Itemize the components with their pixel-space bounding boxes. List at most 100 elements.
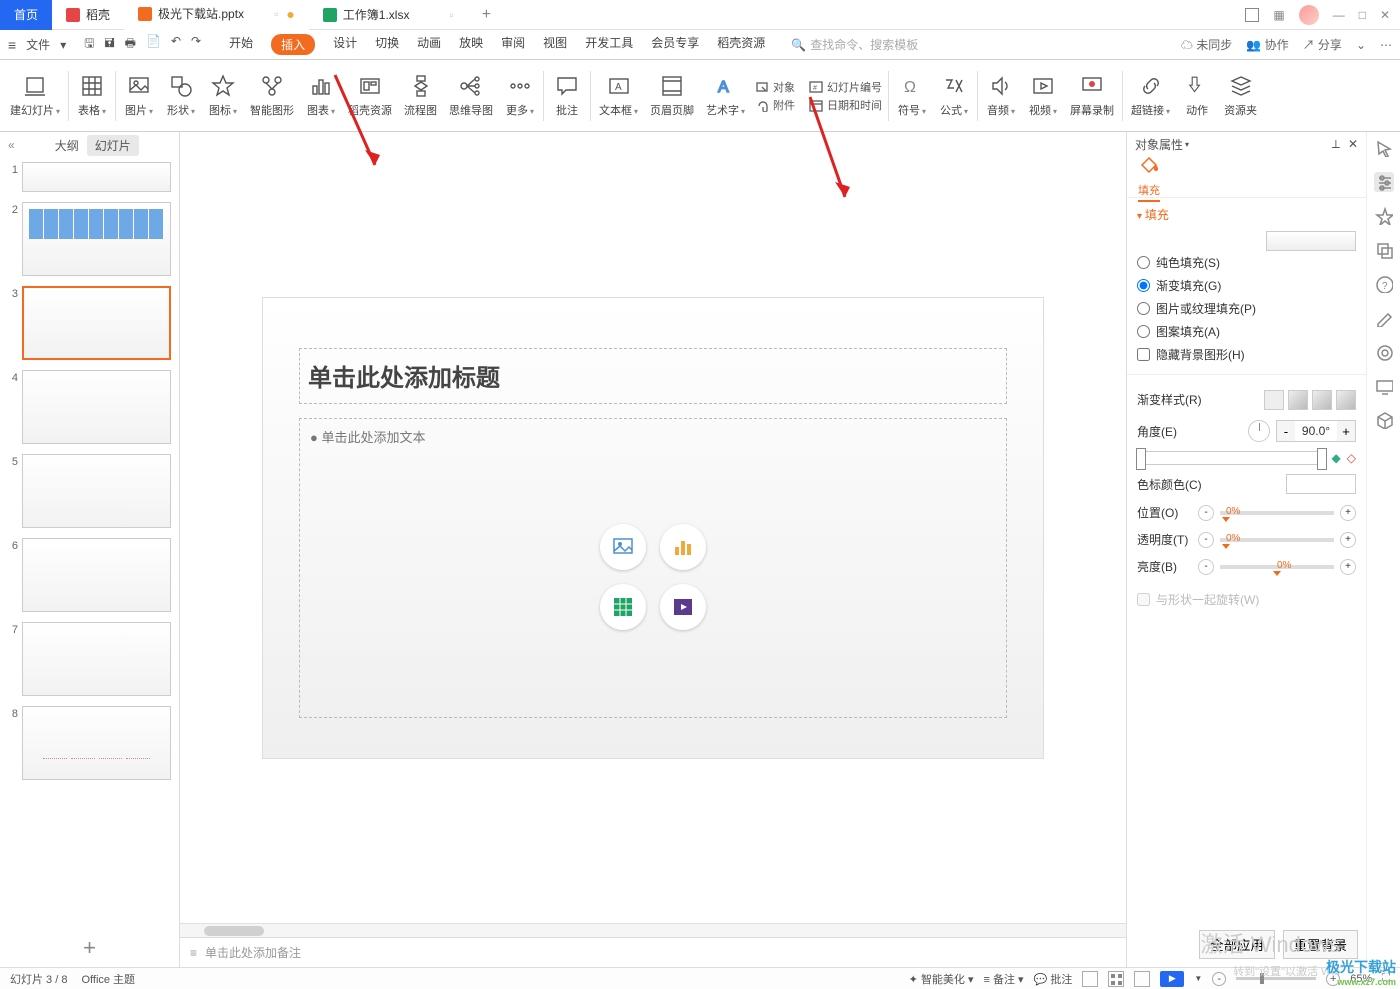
pin-icon[interactable]: ⟂ xyxy=(1332,137,1340,152)
sync-status[interactable]: ☁ 未同步 xyxy=(1181,36,1232,53)
rb-picture[interactable]: 图片 xyxy=(118,64,160,128)
radio-solid[interactable]: 纯色填充(S) xyxy=(1137,251,1356,274)
preview-icon[interactable]: 📄 xyxy=(146,34,161,55)
rb-symbol[interactable]: Ω符号 xyxy=(891,64,933,128)
ri-select[interactable] xyxy=(1374,138,1394,158)
remove-stop-icon[interactable]: ◇ xyxy=(1347,451,1356,465)
gradient-style-swatches[interactable] xyxy=(1264,390,1356,410)
rb-resources[interactable]: 资源夹 xyxy=(1218,64,1263,128)
menu-start[interactable]: 开始 xyxy=(229,34,253,55)
thumbs-tab-outline[interactable]: 大纲 xyxy=(47,135,87,156)
notes-toggle[interactable]: ≡ 备注 ▾ xyxy=(984,971,1024,987)
menu-review[interactable]: 审阅 xyxy=(501,34,525,55)
menu-design[interactable]: 设计 xyxy=(333,34,357,55)
radio-picture[interactable]: 图片或纹理填充(P) xyxy=(1137,297,1356,320)
minimize-button[interactable]: — xyxy=(1333,8,1345,22)
insert-chart-icon[interactable] xyxy=(660,524,706,570)
rb-equation[interactable]: 公式 xyxy=(933,64,975,128)
avatar[interactable] xyxy=(1299,5,1319,25)
rb-headerfooter[interactable]: 页眉页脚 xyxy=(644,64,700,128)
menu-slideshow[interactable]: 放映 xyxy=(459,34,483,55)
rb-comment[interactable]: 批注 xyxy=(546,64,588,128)
check-hide-bg[interactable]: 隐藏背景图形(H) xyxy=(1137,343,1356,366)
collab-button[interactable]: 👥 协作 xyxy=(1246,36,1288,53)
ri-layers[interactable] xyxy=(1374,240,1394,260)
save-as-icon[interactable]: 🖬 xyxy=(104,34,114,55)
close-panel-icon[interactable]: ✕ xyxy=(1348,137,1358,151)
add-stop-icon[interactable]: ◆ xyxy=(1332,451,1341,465)
radio-pattern[interactable]: 图案填充(A) xyxy=(1137,320,1356,343)
tab-docke[interactable]: 稻壳 xyxy=(52,0,124,30)
reset-bg-button[interactable]: 重置背景 xyxy=(1283,930,1358,959)
check-rotate[interactable]: 与形状一起旋转(W) xyxy=(1137,588,1356,611)
ribbon-collapse-icon[interactable]: ⌄ xyxy=(1356,38,1366,52)
rb-table[interactable]: 表格 xyxy=(71,64,113,128)
tab-file-xlsx[interactable]: 工作簿1.xlsx▫ xyxy=(309,0,468,30)
fill-preset-combo[interactable] xyxy=(1266,231,1356,251)
insert-picture-icon[interactable] xyxy=(600,524,646,570)
rb-icon[interactable]: 图标 xyxy=(202,64,244,128)
radio-gradient[interactable]: 渐变填充(G) xyxy=(1137,274,1356,297)
share-button[interactable]: ↗ 分享 xyxy=(1303,36,1342,53)
rb-more[interactable]: 更多 xyxy=(499,64,541,128)
thumb-1[interactable]: 1 xyxy=(8,162,171,192)
file-menu-dropdown[interactable]: ▾ xyxy=(60,38,66,52)
tab-file-pptx[interactable]: 极光下载站.pptx▫● xyxy=(124,0,309,30)
transparency-row[interactable]: 透明度(T)-0%+ xyxy=(1137,526,1356,553)
insert-video-icon[interactable] xyxy=(660,584,706,630)
tab-home[interactable]: 首页 xyxy=(0,0,52,30)
undo-icon[interactable]: ↶ xyxy=(171,34,181,55)
collapse-thumbs-icon[interactable]: « xyxy=(8,138,15,152)
angle-input[interactable]: -90.0°+ xyxy=(1276,420,1356,442)
redo-icon[interactable]: ↷ xyxy=(191,34,201,55)
add-slide-button[interactable]: + xyxy=(0,929,179,967)
more-icon[interactable]: ⋯ xyxy=(1380,38,1392,52)
thumb-list[interactable]: 1 2 3 4 5 6 7 8 xyxy=(0,158,179,929)
stop-color-combo[interactable] xyxy=(1286,474,1356,494)
fill-tab[interactable]: 填充 xyxy=(1135,152,1163,202)
view-normal-icon[interactable] xyxy=(1082,971,1098,987)
save-icon[interactable]: 🖫 xyxy=(84,34,94,55)
angle-dial[interactable] xyxy=(1248,420,1270,442)
position-row[interactable]: 位置(O)-0%+ xyxy=(1137,499,1356,526)
close-button[interactable]: ✕ xyxy=(1380,8,1390,22)
rb-smartart[interactable]: 智能图形 xyxy=(244,64,300,128)
hamburger-icon[interactable]: ≡ xyxy=(8,37,16,53)
rb-flowchart[interactable]: 流程图 xyxy=(398,64,443,128)
brightness-row[interactable]: 亮度(B)-0%+ xyxy=(1137,553,1356,580)
notes-bar[interactable]: ≡ 单击此处添加备注 xyxy=(180,937,1126,967)
rb-object[interactable]: 对象 xyxy=(755,79,795,95)
canvas-scroll[interactable]: 单击此处添加标题 ● 单击此处添加文本 xyxy=(180,132,1126,923)
ri-edit[interactable] xyxy=(1374,308,1394,328)
rb-chart[interactable]: 图表 xyxy=(300,64,342,128)
gradient-bar[interactable] xyxy=(1137,451,1326,465)
comments-toggle[interactable]: 💬 批注 xyxy=(1034,971,1073,987)
rb-hyperlink[interactable]: 超链接 xyxy=(1125,64,1176,128)
print-icon[interactable]: 🖶 xyxy=(125,34,136,55)
ri-screen[interactable] xyxy=(1374,376,1394,396)
view-reading-icon[interactable] xyxy=(1134,971,1150,987)
menu-view[interactable]: 视图 xyxy=(543,34,567,55)
rb-textbox[interactable]: A文本框 xyxy=(593,64,644,128)
rb-datetime[interactable]: 日期和时间 xyxy=(809,97,882,113)
rb-action[interactable]: 动作 xyxy=(1176,64,1218,128)
rb-screenrec[interactable]: 屏幕录制 xyxy=(1064,64,1120,128)
tab-menu-icon[interactable]: ▫ xyxy=(449,8,453,22)
smart-beautify[interactable]: ✦ 智能美化 ▾ xyxy=(909,971,974,987)
body-placeholder[interactable]: ● 单击此处添加文本 xyxy=(299,418,1007,718)
rb-shape[interactable]: 形状 xyxy=(160,64,202,128)
insert-table-icon[interactable] xyxy=(600,584,646,630)
section-title[interactable]: 填充 xyxy=(1137,206,1356,223)
rb-attachment[interactable]: 附件 xyxy=(755,97,795,113)
apply-all-button[interactable]: 全部应用 xyxy=(1199,930,1274,959)
rb-slide-number[interactable]: #幻灯片编号 xyxy=(809,79,882,95)
thumb-8[interactable]: 8 xyxy=(8,706,171,780)
rb-mindmap[interactable]: 思维导图 xyxy=(443,64,499,128)
horizontal-scrollbar[interactable] xyxy=(180,923,1126,937)
thumb-7[interactable]: 7 xyxy=(8,622,171,696)
maximize-button[interactable]: □ xyxy=(1359,8,1366,22)
thumb-4[interactable]: 4 xyxy=(8,370,171,444)
ri-cube[interactable] xyxy=(1374,410,1394,430)
apps-icon[interactable]: ▦ xyxy=(1273,8,1284,22)
rb-new-slide[interactable]: 建幻灯片 xyxy=(4,64,66,128)
